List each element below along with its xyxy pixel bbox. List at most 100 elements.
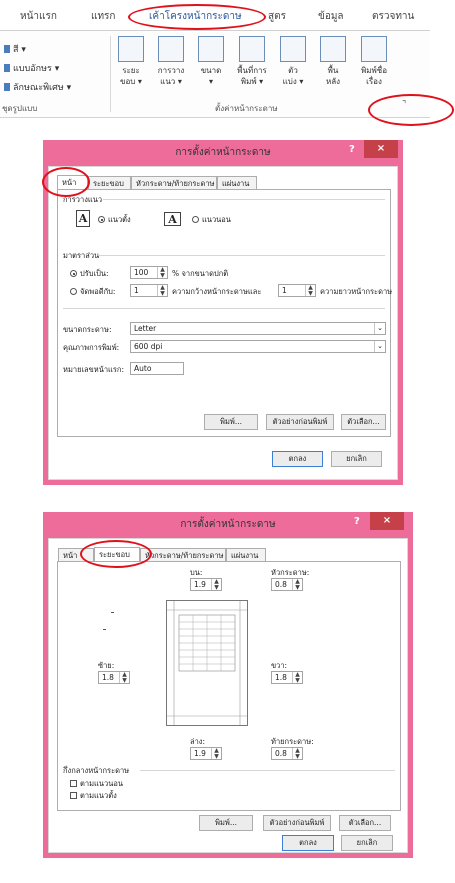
tab-review[interactable]: ตรวจทาน — [372, 9, 414, 24]
breaks-label-1: ตัว — [288, 66, 298, 75]
landscape-radio[interactable]: แนวนอน — [192, 214, 231, 226]
themes-colors[interactable]: สี ▾ — [4, 42, 26, 56]
orientation-label-1: การวาง — [157, 66, 185, 75]
chevron-down-icon[interactable]: ⌄ — [374, 341, 385, 352]
close-button[interactable]: × — [370, 512, 404, 530]
spinner-arrows-icon[interactable]: ▲ ▼ — [305, 285, 315, 296]
spinner-arrows-icon[interactable]: ▲ ▼ — [211, 748, 221, 759]
fonts-label: แบบอักษร ▾ — [13, 64, 60, 74]
adjust-to-radio-dot — [70, 270, 77, 277]
themes-effects[interactable]: ลักษณะพิเศษ ▾ — [4, 80, 71, 94]
fit-tall-spinner[interactable]: 1 ▲ ▼ — [278, 284, 316, 297]
colors-label: สี ▾ — [13, 45, 26, 55]
adjust-to-suffix: % จากขนาดปกติ — [172, 269, 229, 278]
fit-wide-suffix: ความกว้างหน้ากระดาษและ — [172, 287, 262, 296]
center-horizontally-label: ตามแนวนอน — [80, 779, 123, 788]
footer-margin-spinner[interactable]: 0.8 ▲ ▼ — [271, 747, 303, 760]
print-titles-button[interactable]: พิมพ์ชื่อ เรื่อง — [354, 36, 394, 87]
cancel-button[interactable]: ยกเลิก — [341, 835, 393, 851]
print-area-button[interactable]: พื้นที่การ พิมพ์ ▾ — [232, 36, 272, 87]
decorative-dash — [103, 629, 106, 630]
tab-panel: บน: 1.9 ▲ ▼ หัวกระดาษ: 0.8 ▲ ▼ ซ้าย: 1.8 ▲ ▼ ข… — [57, 561, 401, 811]
dialog-body: หน้า ระยะขอบ หัวกระดาษ/ท้ายกระดาษ แผ่นงา… — [48, 166, 398, 480]
tab-home[interactable]: หน้าแรก — [20, 9, 57, 24]
fit-to-radio[interactable]: จัดพอดีกับ: — [70, 286, 115, 298]
fonts-icon — [4, 64, 10, 72]
effects-icon — [4, 83, 10, 91]
print-titles-label-2: เรื่อง — [366, 77, 382, 86]
tab-insert[interactable]: แทรก — [91, 9, 115, 24]
tab-header-footer[interactable]: หัวกระดาษ/ท้ายกระดาษ — [131, 176, 217, 190]
center-vertically-checkbox[interactable]: ตามแนวตั้ง — [70, 790, 117, 802]
tab-sheet[interactable]: แผ่นงาน — [217, 176, 257, 190]
cancel-button[interactable]: ยกเลิก — [331, 451, 382, 467]
orientation-button[interactable]: การวาง แนว ▾ — [154, 36, 188, 87]
fit-tall-suffix: ความยาวหน้ากระดาษ — [320, 287, 393, 296]
size-label-1: ขนาด — [200, 66, 222, 75]
right-margin-spinner[interactable]: 1.8 ▲ ▼ — [271, 671, 303, 684]
background-button[interactable]: พื้น หลัง — [316, 36, 350, 87]
ok-button[interactable]: ตกลง — [282, 835, 334, 851]
chevron-down-icon[interactable]: ⌄ — [374, 323, 385, 334]
print-quality-value: 600 dpi — [134, 342, 163, 351]
page-setup-dialog-page: การตั้งค่าหน้ากระดาษ ? × หน้า ระยะขอบ หั… — [43, 140, 403, 485]
center-horizontally-checkbox[interactable]: ตามแนวนอน — [70, 778, 123, 790]
fit-wide-spinner[interactable]: 1 ▲ ▼ — [130, 284, 168, 297]
themes-fonts[interactable]: แบบอักษร ▾ — [4, 61, 59, 75]
spinner-arrows-icon[interactable]: ▲ ▼ — [292, 579, 302, 590]
spinner-arrows-icon[interactable]: ▲ ▼ — [211, 579, 221, 590]
help-icon[interactable]: ? — [349, 144, 355, 155]
background-label-1: พื้น — [327, 66, 339, 75]
spinner-arrows-icon[interactable]: ▲ ▼ — [157, 267, 167, 278]
print-button[interactable]: พิมพ์... — [204, 414, 258, 430]
fit-to-label: จัดพอดีกับ: — [80, 287, 116, 296]
adjust-to-spinner[interactable]: 100 ▲ ▼ — [130, 266, 168, 279]
highlight-page-tab — [42, 167, 90, 197]
separator — [140, 770, 395, 771]
group-divider — [110, 36, 111, 112]
spinner-arrows-icon[interactable]: ▲ ▼ — [119, 672, 129, 683]
print-preview-button[interactable]: ตัวอย่างก่อนพิมพ์ — [263, 815, 331, 831]
header-margin-value: 0.8 — [275, 580, 287, 589]
ok-button[interactable]: ตกลง — [272, 451, 323, 467]
first-page-number-input[interactable]: Auto — [130, 362, 184, 375]
header-margin-spinner[interactable]: 0.8 ▲ ▼ — [271, 578, 303, 591]
highlight-page-layout-tab — [128, 4, 266, 30]
separator — [63, 308, 385, 309]
help-icon[interactable]: ? — [354, 516, 360, 527]
bottom-margin-spinner[interactable]: 1.9 ▲ ▼ — [190, 747, 222, 760]
decorative-dash — [111, 612, 114, 613]
print-preview-button[interactable]: ตัวอย่างก่อนพิมพ์ — [266, 414, 334, 430]
tab-formulas[interactable]: สูตร — [268, 9, 286, 24]
paper-size-label: ขนาดกระดาษ: — [63, 325, 112, 334]
adjust-to-radio[interactable]: ปรับเป็น: — [70, 268, 109, 280]
spinner-arrows-icon[interactable]: ▲ ▼ — [292, 748, 302, 759]
tab-header-footer[interactable]: หัวกระดาษ/ท้ายกระดาษ — [140, 548, 226, 562]
print-quality-select[interactable]: 600 dpi ⌄ — [130, 340, 386, 353]
center-vertically-label: ตามแนวตั้ง — [80, 791, 117, 800]
breaks-label-2: แบ่ง ▾ — [282, 77, 304, 86]
portrait-radio[interactable]: แนวตั้ง — [98, 214, 131, 226]
tab-sheet[interactable]: แผ่นงาน — [226, 548, 266, 562]
print-button[interactable]: พิมพ์... — [199, 815, 253, 831]
close-button[interactable]: × — [364, 140, 398, 158]
size-button[interactable]: ขนาด ▾ — [194, 36, 228, 87]
print-area-icon — [239, 36, 265, 62]
top-margin-spinner[interactable]: 1.9 ▲ ▼ — [190, 578, 222, 591]
breaks-button[interactable]: ตัว แบ่ง ▾ — [276, 36, 310, 87]
margins-button[interactable]: ระยะ ขอบ ▾ — [114, 36, 148, 87]
top-margin-value: 1.9 — [194, 580, 206, 589]
portrait-paper-icon: A — [76, 210, 90, 227]
fit-to-radio-dot — [70, 288, 77, 295]
dialog-body: หน้า ระยะขอบ หัวกระดาษ/ท้ายกระดาษ แผ่นงา… — [48, 538, 408, 853]
tab-margins[interactable]: ระยะขอบ — [88, 176, 131, 190]
options-button[interactable]: ตัวเลือก... — [341, 414, 386, 430]
spinner-arrows-icon[interactable]: ▲ ▼ — [292, 672, 302, 683]
options-button[interactable]: ตัวเลือก... — [339, 815, 391, 831]
paper-size-select[interactable]: Letter ⌄ — [130, 322, 386, 335]
portrait-label: แนวตั้ง — [108, 215, 131, 224]
breaks-icon — [280, 36, 306, 62]
left-margin-spinner[interactable]: 1.8 ▲ ▼ — [98, 671, 130, 684]
spinner-arrows-icon[interactable]: ▲ ▼ — [157, 285, 167, 296]
tab-data[interactable]: ข้อมูล — [318, 9, 344, 24]
